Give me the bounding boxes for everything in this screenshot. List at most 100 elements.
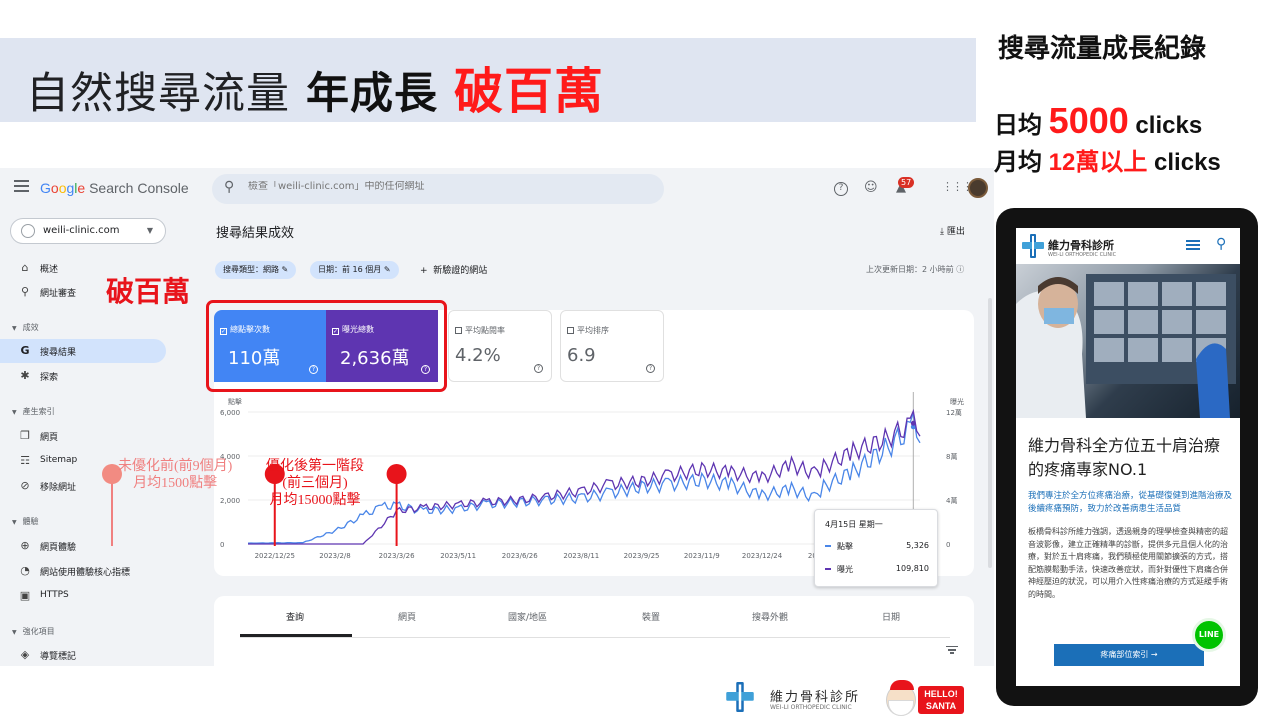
y-tick-label-left: 6,000 bbox=[220, 409, 240, 417]
phone-screen: 維力骨科診所 WEI-LI ORTHOPEDIC CLINIC ⚲ 維力骨科全方… bbox=[1016, 228, 1240, 686]
property-name: weili-clinic.com bbox=[43, 225, 120, 236]
clinic-logo-icon[interactable] bbox=[1022, 234, 1044, 258]
sidebar-item-search-results[interactable]: G 搜尋結果 bbox=[0, 339, 166, 363]
stat2-value: 12萬以上 bbox=[1048, 149, 1148, 176]
user-settings-icon[interactable]: ☺ bbox=[864, 180, 878, 195]
hero-subheading: 我們專注於全方位疼痛治療，從基礎復健到進階治療及後續疼痛預防，致力於改善病患生活… bbox=[1028, 491, 1233, 514]
tab-devices[interactable]: 裝置 bbox=[642, 610, 660, 623]
sidebar-item-discover[interactable]: ✱ 探索 bbox=[0, 364, 166, 388]
x-tick-label: 2023/11/9 bbox=[684, 552, 720, 560]
sidebar-section-indexing[interactable]: ▼ 產生索引 bbox=[12, 406, 55, 417]
sidebar-item-page-experience[interactable]: ⊕ 網頁體驗 bbox=[0, 534, 166, 558]
footer-brand-name: 維力骨科診所 bbox=[770, 690, 861, 705]
plus-icon: + bbox=[420, 266, 428, 276]
tab-queries[interactable]: 查詢 bbox=[286, 610, 304, 623]
site-header: 維力骨科診所 WEI-LI ORTHOPEDIC CLINIC ⚲ bbox=[1016, 228, 1240, 264]
stat1-prefix: 日均 bbox=[994, 112, 1049, 139]
google-g-icon: G bbox=[20, 344, 30, 357]
title-part1: 自然搜尋流量 bbox=[26, 69, 290, 119]
chevron-down-icon: ▼ bbox=[146, 226, 153, 235]
daily-clicks-stat: 日均 5000 clicks bbox=[994, 100, 1202, 142]
y-tick-label-right: 4萬 bbox=[946, 496, 957, 505]
sitemap-icon: ☶ bbox=[20, 454, 30, 467]
property-selector[interactable]: weili-clinic.com ▼ bbox=[10, 218, 166, 244]
filter-icon[interactable] bbox=[946, 646, 958, 655]
menu-icon[interactable] bbox=[1186, 240, 1200, 250]
tab-pages[interactable]: 網頁 bbox=[398, 610, 416, 623]
hero-photo-doctor-xray bbox=[1016, 264, 1240, 418]
lock-icon: ▣ bbox=[19, 589, 31, 602]
sidebar-item-core-web-vitals[interactable]: ◔ 網站使用體驗核心指標 bbox=[0, 559, 166, 583]
export-button[interactable]: ⤓ 匯出 bbox=[940, 224, 965, 237]
title-part3: 破百萬 bbox=[453, 63, 604, 120]
metrics-highlight-frame bbox=[206, 300, 447, 392]
pages-icon: ❐ bbox=[20, 429, 30, 442]
url-inspect-input[interactable] bbox=[248, 181, 648, 192]
search-console-screenshot: Google Search Console ⚲ ? ☺ ▲ 57 ⋮⋮⋮ wei… bbox=[0, 168, 994, 666]
stat2-suffix: clicks bbox=[1147, 149, 1221, 176]
stat2-prefix: 月均 bbox=[994, 149, 1049, 176]
y-axis-label-left: 點擊 bbox=[228, 397, 242, 406]
gauge-icon: ◔ bbox=[20, 564, 30, 577]
annotation-after-optimization: 優化後第一階段 (前三個月) 月均15000點擊 bbox=[266, 459, 364, 508]
monthly-clicks-stat: 月均 12萬以上 clicks bbox=[994, 142, 1221, 177]
x-tick-label: 2023/9/25 bbox=[624, 552, 660, 560]
site-brand-name: 維力骨科診所 bbox=[1048, 239, 1114, 252]
avatar[interactable] bbox=[968, 178, 988, 198]
app-logo[interactable]: Google Search Console bbox=[40, 180, 189, 196]
search-icon[interactable]: ⚲ bbox=[1216, 236, 1226, 252]
layers-icon: ◈ bbox=[20, 648, 30, 661]
x-tick-label: 2022/12/25 bbox=[255, 552, 295, 560]
sidebar-item-https[interactable]: ▣ HTTPS bbox=[0, 584, 166, 608]
x-tick-label: 2023/8/11 bbox=[563, 552, 599, 560]
y-axis-label-right: 曝光 bbox=[950, 397, 964, 406]
hamburger-menu-icon[interactable] bbox=[14, 180, 29, 192]
tooltip-clicks-row: 點擊 5,326 bbox=[825, 541, 929, 552]
y-tick-label-right: 0 bbox=[946, 541, 950, 549]
dimension-tabs-card: 查詢 網頁 國家/地區 裝置 搜尋外觀 日期 bbox=[214, 596, 974, 666]
footer-brand-en: WEI-LI ORTHOPEDIC CLINIC bbox=[770, 704, 852, 711]
hero-body-text: 板橋骨科診所維力強調，透過親身的理學檢查與精密的超音波影像，建立正確精準的診斷，… bbox=[1028, 527, 1228, 599]
stat1-suffix: clicks bbox=[1128, 112, 1203, 139]
stat1-value: 5000 bbox=[1048, 100, 1129, 141]
hover-point bbox=[910, 420, 916, 426]
x-tick-label: 2023/12/24 bbox=[742, 552, 783, 560]
sidebar-item-breadcrumbs[interactable]: ◈ 導覽標記 bbox=[0, 643, 166, 666]
help-icon[interactable]: ? bbox=[834, 182, 848, 196]
plus-circle-icon: ⊕ bbox=[20, 539, 30, 552]
pain-index-button[interactable]: 疼痛部位索引 → bbox=[1054, 644, 1204, 666]
line-chat-button[interactable]: LINE bbox=[1192, 618, 1226, 652]
url-inspect-search[interactable]: ⚲ bbox=[212, 174, 664, 204]
search-type-filter-chip[interactable]: 搜尋類型：網路 ✎ bbox=[215, 261, 297, 279]
sidebar-section-experience[interactable]: ▼ 體驗 bbox=[12, 516, 39, 527]
tab-search-appearance[interactable]: 搜尋外觀 bbox=[752, 610, 788, 623]
help-circle-icon: ⓘ bbox=[956, 265, 965, 274]
x-tick-label: 2023/3/26 bbox=[379, 552, 415, 560]
add-filter-button[interactable]: + 新驗證的網站 bbox=[420, 263, 487, 276]
y-tick-label-right: 8萬 bbox=[946, 452, 957, 461]
asterisk-icon: ✱ bbox=[20, 369, 30, 382]
sidebar-section-performance[interactable]: ▼ 成效 bbox=[12, 322, 39, 333]
side-title: 搜尋流量成長紀錄 bbox=[998, 34, 1207, 64]
annotation-before-optimization: 未優化前(前9個月) 月均1500點擊 bbox=[118, 459, 233, 491]
home-icon: ⌂ bbox=[21, 261, 29, 274]
tab-dates[interactable]: 日期 bbox=[882, 610, 900, 623]
search-icon: ⚲ bbox=[224, 179, 235, 195]
sidebar-item-pages[interactable]: ❐ 網頁 bbox=[0, 424, 166, 448]
chart-tooltip: 4月15日 星期一 點擊 5,326 曝光 109,810 bbox=[814, 509, 938, 587]
app-logo-text: Search Console bbox=[89, 180, 189, 196]
x-tick-label: 2023/5/11 bbox=[440, 552, 476, 560]
date-filter-chip[interactable]: 日期：前 16 個月 ✎ bbox=[310, 261, 399, 279]
tooltip-impressions-row: 曝光 109,810 bbox=[825, 564, 929, 575]
y-tick-label-right: 12萬 bbox=[946, 408, 962, 417]
slide-title: 自然搜尋流量 年成長 破百萬 bbox=[26, 52, 604, 123]
hello-santa-badge: HELLO! SANTA bbox=[918, 686, 964, 714]
santa-beard-icon bbox=[888, 700, 914, 716]
edit-pencil-icon: ✎ bbox=[281, 265, 289, 274]
top-bar: Google Search Console ⚲ ? ☺ ▲ 57 ⋮⋮⋮ bbox=[0, 168, 994, 208]
edit-pencil-icon: ✎ bbox=[383, 265, 391, 274]
tab-countries[interactable]: 國家/地區 bbox=[508, 610, 547, 623]
site-brand-en: WEI-LI ORTHOPEDIC CLINIC bbox=[1048, 252, 1117, 258]
sidebar-section-enhancements[interactable]: ▼ 強化項目 bbox=[12, 626, 55, 637]
scrollbar[interactable] bbox=[988, 298, 992, 568]
